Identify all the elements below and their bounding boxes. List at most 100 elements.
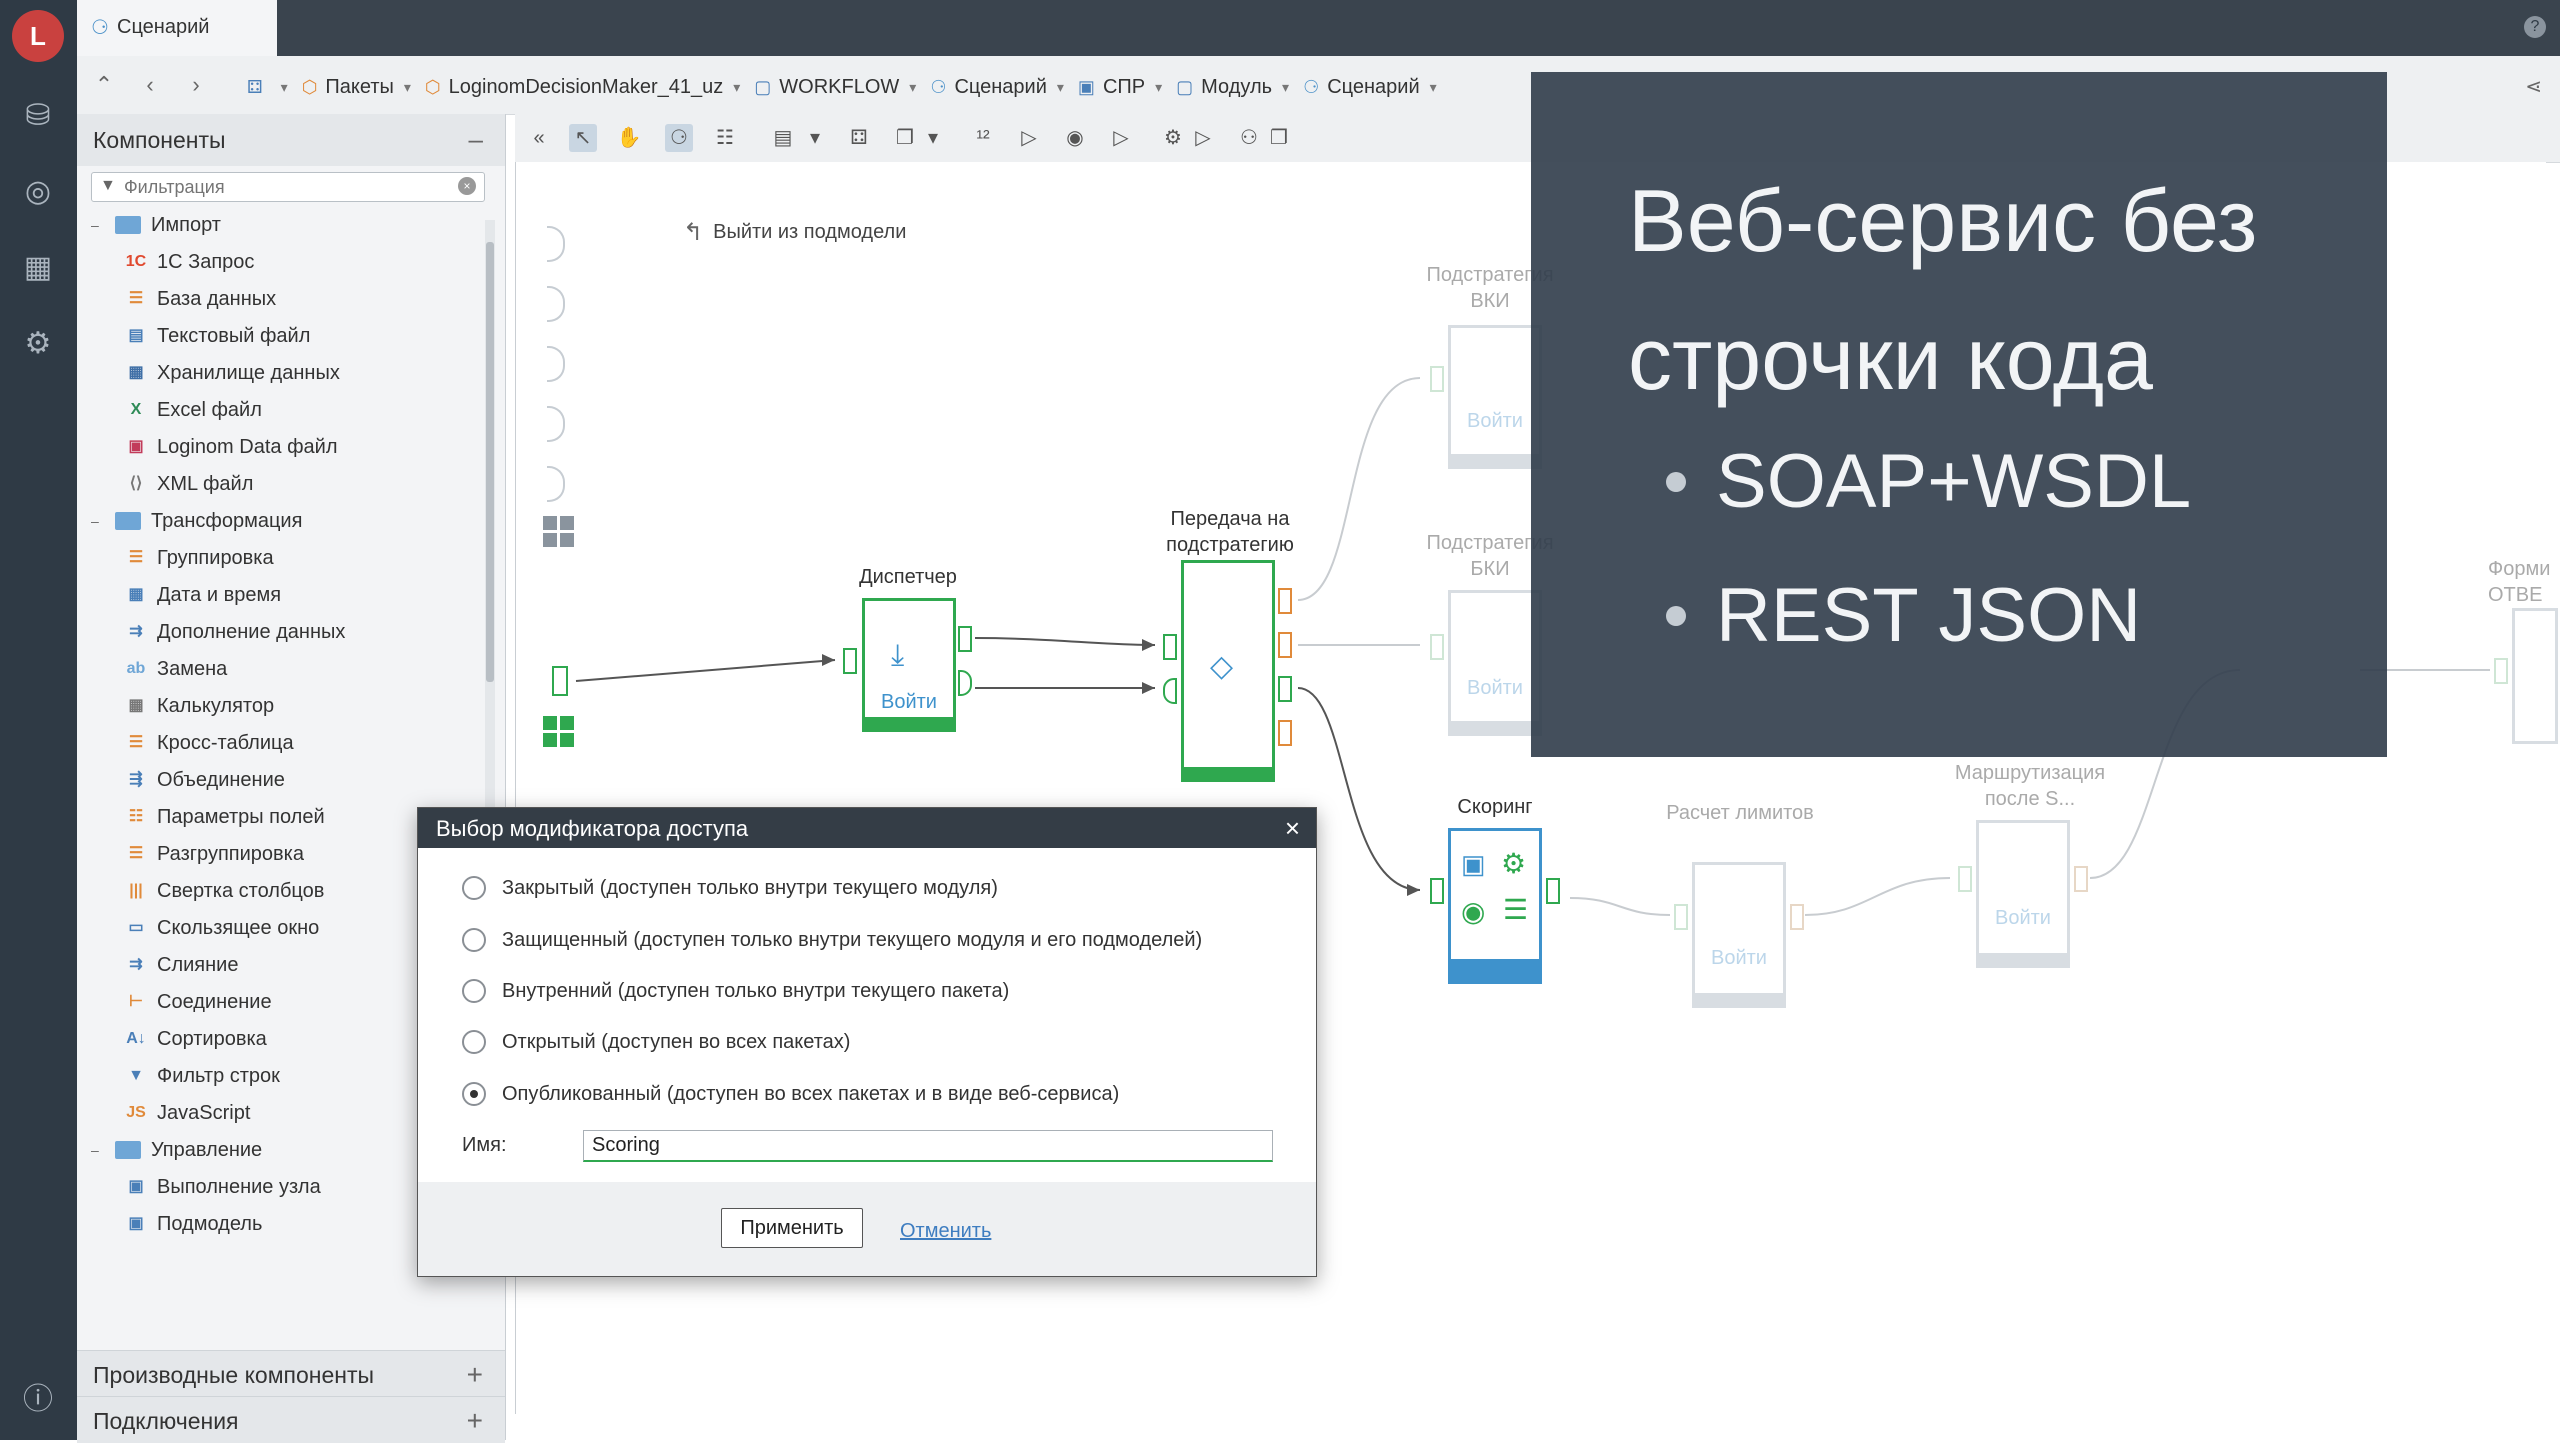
tree-item[interactable]: ⇉ Дополнение данных (125, 617, 345, 647)
hand-icon[interactable]: ✋ (615, 124, 643, 152)
run-node-icon[interactable]: ▷ (1107, 124, 1135, 152)
node-route-s[interactable]: Войти (1976, 820, 2070, 968)
breadcrumb-root[interactable]: ⚃ ▾ (247, 77, 288, 98)
user-settings-icon[interactable]: ⚙ (18, 324, 58, 364)
node-dispatcher[interactable]: ⤓ Войти (862, 598, 956, 732)
tree-item[interactable]: ▦ Калькулятор (125, 691, 274, 721)
info-icon[interactable]: ⓘ (18, 1380, 58, 1420)
nodes-icon[interactable]: ⚇ (1235, 124, 1263, 152)
settings-icon[interactable]: ⚙ (1159, 124, 1187, 152)
enter-button[interactable]: Войти (1695, 947, 1783, 970)
tree-item[interactable]: ☰ Разгруппировка (125, 839, 304, 869)
clear-icon[interactable]: × (458, 177, 476, 195)
node-input-port[interactable] (2494, 658, 2508, 684)
scrollbar-thumb[interactable] (486, 242, 494, 682)
node-output-port[interactable] (1546, 878, 1560, 904)
enter-button[interactable]: Войти (1451, 410, 1539, 433)
enter-button[interactable]: Войти (1451, 677, 1539, 700)
node-scoring[interactable]: ▣ ⚙ ◉ ☰ (1448, 828, 1542, 984)
tree-item[interactable]: ☰ Группировка (125, 543, 274, 573)
tree-item[interactable]: ☰ Кросс-таблица (125, 728, 294, 758)
collapse-panel-icon[interactable]: « (525, 124, 553, 152)
node-input-port[interactable] (843, 648, 857, 674)
breadcrumb-item[interactable]: ⬡ LoginomDecisionMaker_41_uz ▾ (425, 76, 740, 99)
breadcrumb-item[interactable]: ⬡ Пакеты ▾ (302, 76, 411, 99)
table-icon[interactable]: ▦ (18, 248, 58, 288)
tree-item[interactable]: ▦ Хранилище данных (125, 358, 339, 388)
node-input-port[interactable] (1674, 904, 1688, 930)
tree-folder[interactable]: – Управление (91, 1135, 262, 1165)
exit-submodel-link[interactable]: ↰ Выйти из подмодели (683, 218, 906, 247)
enter-button[interactable]: Войти (865, 691, 953, 714)
chevron-down-icon[interactable]: ▾ (1155, 79, 1162, 96)
option-protected[interactable]: Защищенный (доступен только внутри текущ… (462, 928, 1202, 952)
components-header[interactable]: Компоненты – (77, 114, 505, 166)
tree-folder[interactable]: – Трансформация (91, 506, 302, 536)
node-input-port[interactable] (1163, 634, 1177, 660)
tree-item[interactable]: JS JavaScript (125, 1098, 250, 1128)
chevron-down-icon[interactable]: ▾ (909, 79, 916, 96)
grid-icon[interactable] (543, 516, 574, 547)
forward-icon[interactable]: › (181, 70, 211, 100)
chevron-down-icon[interactable]: ▾ (733, 79, 740, 96)
copy-icon[interactable]: ❐ (1265, 124, 1293, 152)
list-icon[interactable]: ☷ (711, 124, 739, 152)
grid-icon[interactable] (543, 716, 574, 747)
node-output-port[interactable] (1278, 632, 1292, 658)
tree-item[interactable]: ▦ Дата и время (125, 580, 281, 610)
tree-item[interactable]: ||| Свертка столбцов (125, 876, 324, 906)
tree-item[interactable]: ▣ Подмодель (125, 1209, 262, 1239)
node-output-port[interactable] (1278, 588, 1292, 614)
collapse-toggle-icon[interactable]: – (91, 217, 107, 233)
tree-item[interactable]: ⟨⟩ XML файл (125, 469, 254, 499)
compass-icon[interactable]: ◎ (18, 172, 58, 212)
chevron-down-icon[interactable]: ▾ (801, 124, 829, 152)
tree-item[interactable]: X Excel файл (125, 395, 262, 425)
chevron-down-icon[interactable]: ▾ (1057, 79, 1064, 96)
radio-button-selected[interactable] (462, 1082, 486, 1106)
breadcrumb-item[interactable]: ▢ Модуль ▾ (1176, 76, 1289, 99)
tree-item[interactable]: ▣ Узел-ссылка (125, 1246, 273, 1253)
derived-components-section[interactable]: Производные компоненты + (77, 1350, 505, 1397)
collapse-icon[interactable]: – (469, 124, 483, 155)
collapse-toggle-icon[interactable]: – (91, 513, 107, 529)
numbering-icon[interactable]: ¹² (969, 124, 997, 152)
node-output-port[interactable] (958, 626, 972, 652)
node-vki[interactable]: Войти (1448, 325, 1542, 469)
tree-item[interactable]: A↓ Сортировка (125, 1024, 267, 1054)
chevron-down-icon[interactable]: ▾ (1282, 79, 1289, 96)
node-bki[interactable]: Войти (1448, 590, 1542, 736)
chevron-down-icon[interactable]: ▾ (281, 79, 288, 96)
name-input[interactable] (583, 1130, 1273, 1162)
document-tab[interactable]: ⚆ Сценарий (77, 0, 277, 56)
cancel-link[interactable]: Отменить (900, 1220, 991, 1243)
tree-item[interactable]: ▤ Текстовый файл (125, 321, 310, 351)
group-nodes-icon[interactable]: ⚃ (845, 124, 873, 152)
model-input-port[interactable] (552, 666, 568, 696)
align-icon[interactable]: ▤ (769, 124, 797, 152)
pointer-icon[interactable]: ↖ (569, 124, 597, 152)
chevron-down-icon[interactable]: ▾ (1430, 79, 1437, 96)
radio-button[interactable] (462, 1030, 486, 1054)
learning-icon[interactable]: ⛁ (18, 96, 58, 136)
collapse-toggle-icon[interactable]: – (91, 1142, 107, 1158)
node-output-port[interactable] (1278, 676, 1292, 702)
tree-item[interactable]: ⇉ Слияние (125, 950, 238, 980)
chevron-down-icon[interactable]: ▾ (404, 79, 411, 96)
tree-item[interactable]: ☰ База данных (125, 284, 276, 314)
radio-button[interactable] (462, 928, 486, 952)
layers-icon[interactable]: ❐ (891, 124, 919, 152)
enter-button[interactable]: Войти (1979, 907, 2067, 930)
apply-button[interactable]: Применить (721, 1208, 863, 1248)
link-mode-icon[interactable]: ⚆ (665, 124, 693, 152)
option-internal[interactable]: Внутренний (доступен только внутри текущ… (462, 979, 1009, 1003)
tree-item[interactable]: ▭ Скользящее окно (125, 913, 319, 943)
option-published[interactable]: Опубликованный (доступен во всех пакетах… (462, 1082, 1119, 1106)
breadcrumb-item[interactable]: ▣ СПР ▾ (1078, 76, 1162, 99)
breadcrumb-item[interactable]: ▢ WORKFLOW ▾ (754, 76, 916, 99)
tree-item[interactable]: 1С 1С Запрос (125, 247, 255, 277)
run-step-icon[interactable]: ▷ (1189, 124, 1217, 152)
close-icon[interactable]: × (1285, 813, 1300, 844)
tree-item[interactable]: ▣ Loginom Data файл (125, 432, 337, 462)
node-transfer[interactable]: ◇ (1181, 560, 1275, 782)
